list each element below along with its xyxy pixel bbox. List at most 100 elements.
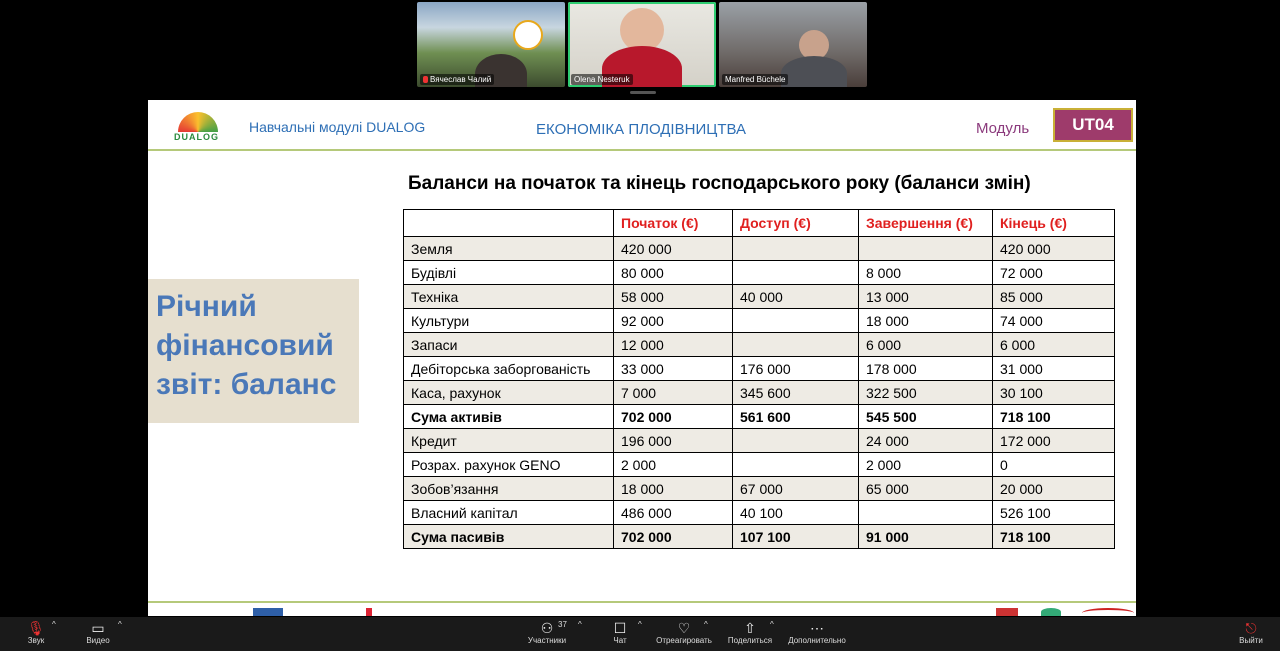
row-label: Власний капітал [403, 500, 614, 525]
cell-value: 176 000 [732, 356, 859, 381]
cell-value [732, 428, 859, 453]
table-row: Сума пасивів 702 000 107 100 91 000 718 100 [403, 524, 1115, 549]
cell-value: 718 100 [992, 404, 1115, 429]
participants-count: 37 [558, 620, 567, 629]
sound-options-caret-icon[interactable]: ^ [52, 620, 56, 629]
sound-label: Звук [27, 636, 45, 645]
sound-button[interactable]: 🎙 Звук [22, 620, 50, 645]
cell-value: 65 000 [858, 476, 993, 501]
table-row: Земля 420 000 420 000 [403, 236, 1115, 261]
chat-button[interactable]: ☐ Чат [608, 620, 632, 645]
course-title: Навчальні модулі DUALOG [249, 119, 426, 135]
cell-value [732, 452, 859, 477]
cell-value: 8 000 [858, 260, 993, 285]
exit-icon: ⎋ [1245, 620, 1257, 636]
row-label: Зобов’язання [403, 476, 614, 501]
participant-tile[interactable]: Manfred Büchele [719, 2, 867, 87]
cell-value: 561 600 [732, 404, 859, 429]
subject-title: ЕКОНОМІКА ПЛОДІВНИЦТВА [536, 121, 746, 138]
table-row: Сума активів 702 000 561 600 545 500 718 100 [403, 404, 1115, 429]
logo-text: DUALOG [174, 132, 219, 142]
cell-value: 91 000 [858, 524, 993, 549]
mic-muted-icon: 🎙 [27, 620, 45, 636]
participant-name: Olena Nesteruk [571, 74, 633, 85]
cell-value: 702 000 [613, 404, 733, 429]
shared-slide: DUALOG Навчальні модулі DUALOG ЕКОНОМІКА… [148, 100, 1136, 616]
organization-logo-icon [513, 20, 543, 50]
strip-drag-handle[interactable] [630, 91, 656, 94]
module-badge: UT04 [1053, 108, 1133, 142]
cell-value: 107 100 [732, 524, 859, 549]
video-button[interactable]: ▭ Видео [84, 620, 112, 645]
cell-value: 18 000 [613, 476, 733, 501]
participants-label: Участники [527, 636, 567, 645]
cell-value: 33 000 [613, 356, 733, 381]
camera-icon: ▭ [91, 620, 105, 636]
video-options-caret-icon[interactable]: ^ [118, 620, 122, 629]
cell-value [732, 260, 859, 285]
section-title-box: Річний фінансовий звіт: баланс [148, 279, 359, 423]
row-label: Каса, рахунок [403, 380, 614, 405]
cell-value: 72 000 [992, 260, 1115, 285]
partner-logo-icon [1082, 608, 1134, 616]
partner-logo-icon [253, 608, 283, 616]
cell-value: 31 000 [992, 356, 1115, 381]
row-label: Сума пасивів [403, 524, 614, 549]
cell-value: 7 000 [613, 380, 733, 405]
participant-tile[interactable]: Вячеслав Чалий [417, 2, 565, 87]
cell-value: 6 000 [858, 332, 993, 357]
mic-muted-icon [423, 76, 428, 84]
cell-value: 420 000 [613, 236, 733, 261]
cell-value: 13 000 [858, 284, 993, 309]
table-row: Власний капітал 486 000 40 100 526 100 [403, 500, 1115, 525]
cell-value: 12 000 [613, 332, 733, 357]
cell-value: 30 100 [992, 380, 1115, 405]
column-header: Початок (€) [613, 209, 733, 237]
cell-value [732, 332, 859, 357]
column-header: Завершення (€) [858, 209, 993, 237]
cell-value [732, 308, 859, 333]
exit-button[interactable]: ⎋ Выйти [1238, 620, 1264, 645]
dualog-logo: DUALOG [168, 108, 230, 148]
row-label: Техніка [403, 284, 614, 309]
participants-options-caret-icon[interactable]: ^ [578, 620, 582, 629]
exit-label: Выйти [1239, 636, 1263, 645]
cell-value: 18 000 [858, 308, 993, 333]
participant-video-strip: Вячеслав Чалий Olena Nesteruk Manfred Bü… [417, 2, 867, 87]
header-divider [148, 149, 1136, 151]
cell-value: 40 100 [732, 500, 859, 525]
participant-name: Manfred Büchele [722, 74, 789, 85]
cell-value: 718 100 [992, 524, 1115, 549]
share-button[interactable]: ⇧ Поделиться [726, 620, 774, 645]
footer-divider [148, 601, 1136, 603]
cell-value: 420 000 [992, 236, 1115, 261]
table-row: Запаси 12 000 6 000 6 000 [403, 332, 1115, 357]
column-header: Кінець (€) [992, 209, 1115, 237]
cell-value [858, 236, 993, 261]
table-title: Баланси на початок та кінець господарськ… [408, 173, 1031, 194]
participant-tile-active-speaker[interactable]: Olena Nesteruk [568, 2, 716, 87]
row-label: Запаси [403, 332, 614, 357]
cell-value: 0 [992, 452, 1115, 477]
section-title-line: фінансовий [156, 329, 334, 362]
cell-value: 545 500 [858, 404, 993, 429]
cell-value: 178 000 [858, 356, 993, 381]
react-options-caret-icon[interactable]: ^ [704, 620, 708, 629]
cell-value [732, 236, 859, 261]
table-row: Каса, рахунок 7 000 345 600 322 500 30 100 [403, 380, 1115, 405]
cell-value: 486 000 [613, 500, 733, 525]
cell-value: 702 000 [613, 524, 733, 549]
cell-value: 74 000 [992, 308, 1115, 333]
cell-value: 92 000 [613, 308, 733, 333]
more-dots-icon: ⋯ [810, 620, 824, 636]
table-row: Кредит 196 000 24 000 172 000 [403, 428, 1115, 453]
rainbow-logo-icon [178, 112, 218, 132]
partner-logos [148, 605, 1136, 616]
share-options-caret-icon[interactable]: ^ [770, 620, 774, 629]
chat-options-caret-icon[interactable]: ^ [638, 620, 642, 629]
table-header-row: Початок (€) Доступ (€) Завершення (€) Кі… [403, 209, 1115, 237]
cell-value: 172 000 [992, 428, 1115, 453]
share-label: Поделиться [727, 636, 773, 645]
balance-table: Початок (€) Доступ (€) Завершення (€) Кі… [403, 209, 1115, 549]
more-button[interactable]: ⋯ Дополнительно [786, 620, 848, 645]
